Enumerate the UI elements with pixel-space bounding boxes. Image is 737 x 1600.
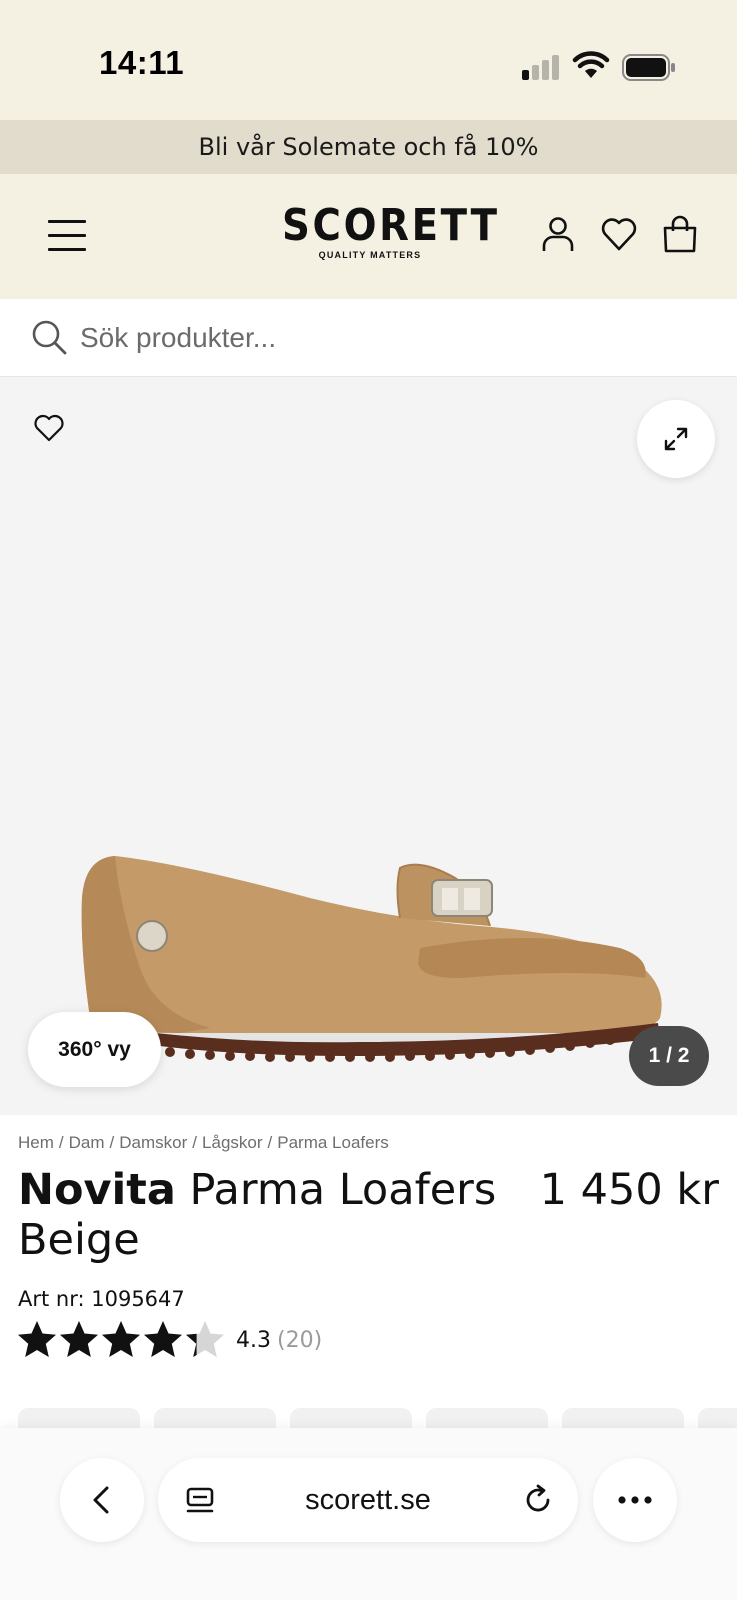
signal-icon xyxy=(522,54,562,80)
expand-button[interactable] xyxy=(637,400,715,478)
product-name-line2: Beige xyxy=(18,1215,140,1265)
rating-value: 4.3 xyxy=(236,1327,271,1353)
status-bar: 14:11 xyxy=(0,0,737,120)
breadcrumb-item[interactable]: Hem xyxy=(18,1133,54,1152)
site-header: SCORETT QUALITY MATTERS xyxy=(0,174,737,299)
product-name-line1: Parma Loafers xyxy=(189,1165,497,1215)
breadcrumb-item[interactable]: Parma Loafers xyxy=(277,1133,389,1152)
rating-stars xyxy=(16,1319,226,1361)
star-icon xyxy=(18,1321,56,1357)
more-button[interactable] xyxy=(593,1458,677,1542)
product-rating[interactable]: 4.3 (20) xyxy=(16,1318,322,1362)
status-time: 14:11 xyxy=(99,44,185,81)
image-counter-text: 1 / 2 xyxy=(648,1044,690,1067)
battery-icon xyxy=(622,54,675,81)
product-title: Novita Parma Loafers Beige xyxy=(18,1165,538,1265)
product-price: 1 450 kr xyxy=(539,1165,719,1215)
product-brand: Novita xyxy=(18,1165,176,1215)
breadcrumb-item[interactable]: Lågskor xyxy=(202,1133,262,1152)
view-360-button[interactable]: 360° vy xyxy=(28,1012,161,1087)
star-icon xyxy=(60,1321,98,1357)
expand-icon xyxy=(664,427,688,451)
breadcrumb: Hem / Dam / Damskor / Lågskor / Parma Loafers xyxy=(18,1133,389,1152)
search-input[interactable] xyxy=(80,317,700,359)
account-icon[interactable] xyxy=(538,214,578,254)
star-icon xyxy=(144,1321,182,1357)
menu-icon[interactable] xyxy=(48,218,86,252)
rating-count: (20) xyxy=(277,1327,323,1353)
favorite-heart-icon[interactable] xyxy=(33,413,65,443)
shopping-bag-icon[interactable] xyxy=(660,214,700,254)
product-gallery[interactable]: 360° vy 1 / 2 xyxy=(0,378,737,1115)
address-bar[interactable]: scorett.se xyxy=(158,1458,578,1542)
article-number: Art nr: 1095647 xyxy=(18,1287,185,1311)
star-icon xyxy=(102,1321,140,1357)
logo-text: SCORETT xyxy=(282,200,500,251)
promo-banner[interactable]: Bli vår Solemate och få 10% xyxy=(0,120,737,174)
back-button[interactable] xyxy=(60,1458,144,1542)
logo-tagline: QUALITY MATTERS xyxy=(318,250,422,260)
browser-toolbar: scorett.se xyxy=(0,1428,737,1600)
logo[interactable]: SCORETT QUALITY MATTERS xyxy=(270,200,500,261)
view-360-label: 360° vy xyxy=(58,1037,131,1061)
search-bar xyxy=(0,299,737,377)
url-text: scorett.se xyxy=(305,1483,431,1516)
search-icon xyxy=(32,320,67,355)
star-icon xyxy=(186,1321,224,1357)
wifi-icon xyxy=(572,51,610,78)
promo-text: Bli vår Solemate och få 10% xyxy=(198,133,539,161)
breadcrumb-item[interactable]: Dam xyxy=(69,1133,105,1152)
breadcrumb-item[interactable]: Damskor xyxy=(119,1133,187,1152)
more-icon xyxy=(618,1496,652,1504)
reload-icon[interactable] xyxy=(522,1484,554,1516)
back-icon xyxy=(93,1486,109,1514)
image-counter: 1 / 2 xyxy=(629,1026,709,1086)
heart-icon[interactable] xyxy=(599,214,639,254)
